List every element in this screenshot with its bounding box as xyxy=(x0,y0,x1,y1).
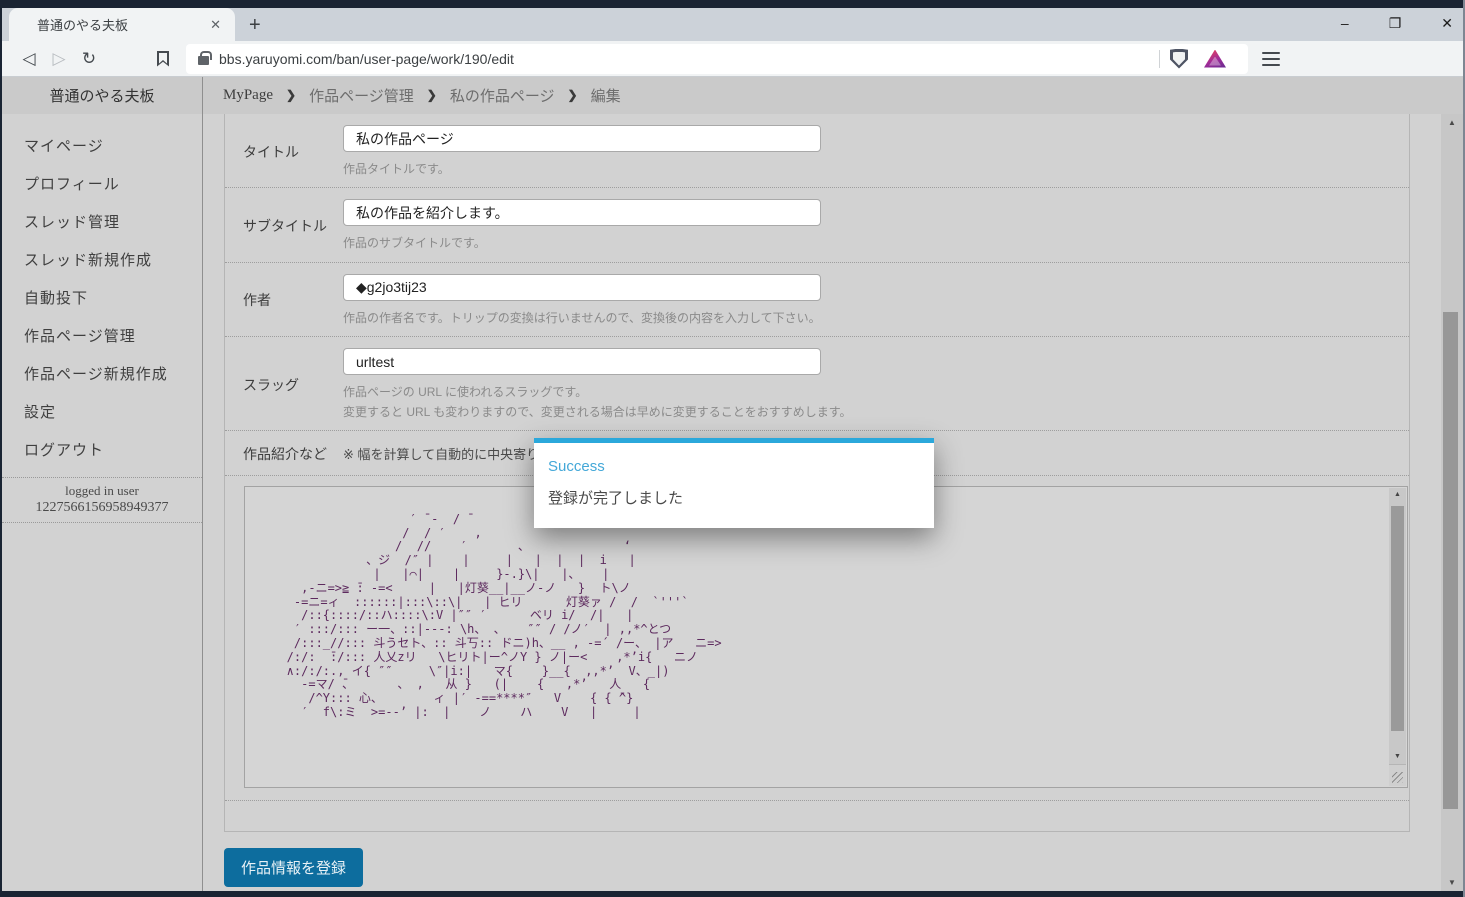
subtitle-help: 作品のサブタイトルです。 xyxy=(343,235,821,252)
textarea-scrollbar[interactable]: ▲ ▼ xyxy=(1389,488,1406,786)
title-help: 作品タイトルです。 xyxy=(343,161,821,178)
browser-toolbar: ◁ ▷ ↻ bbs.yaruyomi.com/ban/user-page/wor… xyxy=(2,41,1463,77)
page-body: 普通のやる夫板 マイページ プロフィール スレッド管理 スレッド新規作成 自動投… xyxy=(2,77,1463,891)
sidebar-item-work-new[interactable]: 作品ページ新規作成 xyxy=(2,354,202,392)
form-row-title: タイトル 作品タイトルです。 xyxy=(225,114,1409,188)
sidebar-item-thread-new[interactable]: スレッド新規作成 xyxy=(2,240,202,278)
new-tab-button[interactable]: + xyxy=(249,14,261,37)
author-label: 作者 xyxy=(243,290,343,310)
breadcrumb: MyPage ❯ 作品ページ管理 ❯ 私の作品ページ ❯ 編集 xyxy=(203,77,1463,114)
chevron-right-icon: ❯ xyxy=(427,88,437,103)
toast-title: Success xyxy=(548,458,918,475)
sidebar-item-work-manage[interactable]: 作品ページ管理 xyxy=(2,316,202,354)
title-input[interactable] xyxy=(343,125,821,152)
tab-strip: 普通のやる夫板 ✕ + – ❐ ✕ xyxy=(2,8,1463,41)
scroll-down-icon[interactable]: ▼ xyxy=(1389,753,1406,760)
page-scrollbar-thumb[interactable] xyxy=(1443,312,1458,809)
lock-icon[interactable] xyxy=(198,56,209,65)
sidebar-item-settings[interactable]: 設定 xyxy=(2,392,202,430)
page-scrollbar[interactable]: ▲ ▼ xyxy=(1441,114,1463,891)
intro-label: 作品紹介など xyxy=(243,444,327,464)
toast-message: 登録が完了しました xyxy=(548,487,918,508)
sidebar-item-mypage[interactable]: マイページ xyxy=(2,126,202,164)
brave-shield-icon[interactable] xyxy=(1170,49,1188,69)
form-row-subtitle: サブタイトル 作品のサブタイトルです。 xyxy=(225,188,1409,262)
breadcrumb-edit: 編集 xyxy=(591,85,621,106)
author-help: 作品の作者名です。トリップの変換は行いませんので、変換後の内容を入力して下さい。 xyxy=(343,310,821,327)
reload-icon[interactable]: ↻ xyxy=(74,49,104,69)
slug-help-1: 作品ページの URL に使われるスラッグです。 xyxy=(343,384,852,401)
breadcrumb-my-work-page[interactable]: 私の作品ページ xyxy=(450,85,555,106)
menu-icon[interactable] xyxy=(1262,52,1280,66)
title-label: タイトル xyxy=(243,142,343,162)
logged-in-user-id: 1227566156958949377 xyxy=(2,500,202,516)
forward-icon: ▷ xyxy=(44,49,74,69)
back-icon[interactable]: ◁ xyxy=(14,49,44,69)
chevron-right-icon: ❯ xyxy=(286,88,296,103)
breadcrumb-mypage[interactable]: MyPage xyxy=(223,87,273,104)
scroll-down-icon[interactable]: ▼ xyxy=(1441,878,1463,887)
sidebar-menu: マイページ プロフィール スレッド管理 スレッド新規作成 自動投下 作品ページ管… xyxy=(2,114,202,468)
main-content: タイトル 作品タイトルです。 サブタイトル 作品のサブタイトルです。 xyxy=(203,114,1441,891)
sidebar-item-profile[interactable]: プロフィール xyxy=(2,164,202,202)
maximize-button[interactable]: ❐ xyxy=(1389,15,1402,32)
chevron-right-icon: ❯ xyxy=(568,88,578,103)
scroll-up-icon[interactable]: ▲ xyxy=(1389,491,1406,498)
window-bottom-border xyxy=(2,891,1463,897)
bookmark-glyph-inner xyxy=(159,53,167,64)
logged-in-label: logged in user xyxy=(2,483,202,499)
minimize-button[interactable]: – xyxy=(1341,15,1349,31)
slug-help-2: 変更すると URL も変わりますので、変更される場合は早めに変更することをおすす… xyxy=(343,404,852,421)
brave-rewards-icon[interactable] xyxy=(1204,50,1226,68)
logged-in-user-box: logged in user 1227566156958949377 xyxy=(2,477,202,523)
subtitle-input[interactable] xyxy=(343,199,821,226)
browser-tab[interactable]: 普通のやる夫板 ✕ xyxy=(9,8,235,41)
form-row-slug: スラッグ 作品ページの URL に使われるスラッグです。 変更すると URL も… xyxy=(225,337,1409,431)
intro-textarea[interactable]: ′ ̄ - / ̄ / / ′ , / // ′ 、 ‘ 、ジ /″ | | |… xyxy=(244,486,1408,788)
sidebar-item-logout[interactable]: ログアウト xyxy=(2,430,202,468)
slug-input[interactable] xyxy=(343,348,821,375)
panel-footer xyxy=(225,801,1409,831)
browser-window: 普通のやる夫板 ✕ + – ❐ ✕ ◁ ▷ ↻ bbs.yaruyomi.com… xyxy=(0,0,1465,897)
tab-close-icon[interactable]: ✕ xyxy=(206,17,225,33)
window-top-border xyxy=(2,0,1463,8)
subtitle-label: サブタイトル xyxy=(243,216,343,236)
resize-grip-icon[interactable] xyxy=(1389,764,1406,786)
scroll-up-icon[interactable]: ▲ xyxy=(1441,118,1463,127)
sidebar-title: 普通のやる夫板 xyxy=(2,77,202,114)
success-toast[interactable]: Success 登録が完了しました xyxy=(534,438,934,528)
breadcrumb-work-manage[interactable]: 作品ページ管理 xyxy=(309,85,414,106)
textarea-scrollbar-thumb[interactable] xyxy=(1391,506,1404,731)
urlbar-divider xyxy=(1159,50,1160,68)
bookmark-glyph xyxy=(157,51,169,67)
form-row-author: 作者 作品の作者名です。トリップの変換は行いませんので、変換後の内容を入力して下… xyxy=(225,263,1409,337)
window-controls: – ❐ ✕ xyxy=(1341,10,1453,36)
bookmark-icon[interactable] xyxy=(148,51,178,67)
sidebar: 普通のやる夫板 マイページ プロフィール スレッド管理 スレッド新規作成 自動投… xyxy=(2,77,203,891)
submit-work-info-button[interactable]: 作品情報を登録 xyxy=(224,848,363,887)
tab-title: 普通のやる夫板 xyxy=(37,15,206,34)
ascii-art-content: ′ ̄ - / ̄ / / ′ , / // ′ 、 ‘ 、ジ /″ | | |… xyxy=(265,499,722,720)
close-button[interactable]: ✕ xyxy=(1441,15,1453,32)
content-column: MyPage ❯ 作品ページ管理 ❯ 私の作品ページ ❯ 編集 タイトル 作品タ xyxy=(203,77,1463,891)
url-text[interactable]: bbs.yaruyomi.com/ban/user-page/work/190/… xyxy=(219,51,1149,67)
author-input[interactable] xyxy=(343,274,821,301)
sidebar-item-auto-post[interactable]: 自動投下 xyxy=(2,278,202,316)
main-wrap: タイトル 作品タイトルです。 サブタイトル 作品のサブタイトルです。 xyxy=(203,114,1463,891)
sidebar-item-thread-manage[interactable]: スレッド管理 xyxy=(2,202,202,240)
slug-label: スラッグ xyxy=(243,375,343,395)
address-bar[interactable]: bbs.yaruyomi.com/ban/user-page/work/190/… xyxy=(186,44,1248,74)
